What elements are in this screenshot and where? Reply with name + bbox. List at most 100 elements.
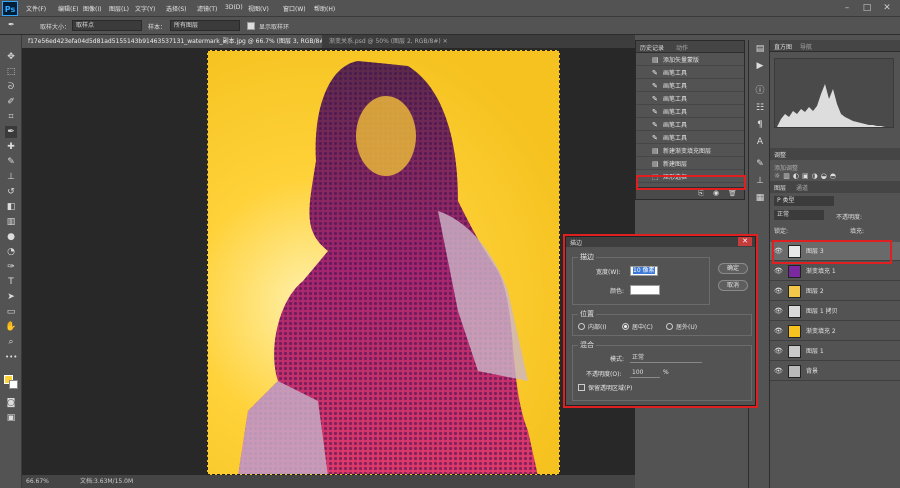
tab-navigator[interactable]: 导航 — [800, 42, 812, 51]
show-ring-checkbox[interactable] — [247, 22, 255, 30]
menu-window[interactable]: 窗口(W) — [283, 4, 306, 13]
history-row[interactable]: ✎ 画笔工具 — [636, 68, 744, 79]
tab-layers[interactable]: 图层 — [774, 183, 786, 192]
character-icon[interactable]: A — [754, 136, 766, 148]
history-brush-icon[interactable]: ↺ — [5, 186, 17, 198]
menu-select[interactable]: 选择(S) — [166, 4, 187, 13]
play-icon[interactable]: ▶ — [754, 60, 766, 72]
histogram-header: 直方图 导航 — [770, 40, 900, 52]
sample-size-select[interactable]: 取样点 — [72, 20, 142, 31]
quick-mask-icon[interactable]: ◙ — [5, 397, 17, 409]
background-color-swatch[interactable] — [9, 380, 18, 389]
layer-name: 图层 1 — [806, 348, 824, 355]
layer-thumbnail — [788, 265, 801, 278]
highlight-stroke-dialog — [563, 234, 758, 408]
history-icon[interactable]: ▤ — [754, 43, 766, 55]
maximize-icon[interactable]: □ — [860, 2, 874, 14]
zoom-tool-icon[interactable]: ⌕ — [5, 336, 17, 348]
swatch-icon[interactable]: ▦ — [754, 192, 766, 204]
healing-tool-icon[interactable]: ✚ — [5, 141, 17, 153]
menu-edit[interactable]: 编辑(E) — [58, 4, 78, 13]
close-icon[interactable]: ✕ — [880, 2, 894, 14]
properties-icon[interactable]: ☷ — [754, 102, 766, 114]
blend-mode-select[interactable]: 正常 — [774, 210, 824, 220]
eyedropper-tool-icon[interactable]: ✒ — [8, 20, 15, 29]
layer-row[interactable]: 👁 背景 — [770, 362, 900, 381]
blur-tool-icon[interactable]: ● — [5, 231, 17, 243]
clone-source-icon[interactable]: ⊥ — [754, 175, 766, 187]
crop-tool-icon[interactable]: ⌗ — [5, 111, 17, 123]
more-tools-icon[interactable]: ••• — [5, 351, 17, 363]
layer-row[interactable]: 👁 图层 2 — [770, 282, 900, 301]
layer-kind-filter[interactable]: P 类型 — [774, 196, 834, 206]
history-step-icon: ✎ — [652, 69, 658, 77]
trash-icon[interactable]: 🗑 — [728, 189, 737, 197]
layers-header: 图层 通道 — [770, 181, 900, 193]
hand-tool-icon[interactable]: ✋ — [5, 321, 17, 333]
brush-tool-icon[interactable]: ✎ — [5, 156, 17, 168]
gradient-tool-icon[interactable]: ▥ — [5, 216, 17, 228]
tab-active-document[interactable]: f17e56ed423efa04d5d81ad5155143b914635371… — [22, 35, 322, 48]
visibility-eye-icon[interactable]: 👁 — [774, 282, 783, 301]
dodge-tool-icon[interactable]: ◔ — [5, 246, 17, 258]
sample-select[interactable]: 所有图层 — [170, 20, 240, 31]
new-document-icon[interactable]: ⎘ — [698, 189, 704, 198]
shape-tool-icon[interactable]: ▭ — [5, 306, 17, 318]
menu-image[interactable]: 图像(I) — [83, 4, 101, 13]
stamp-tool-icon[interactable]: ⊥ — [5, 171, 17, 183]
history-row[interactable]: ✎ 画笔工具 — [636, 120, 744, 131]
history-step-icon: ✎ — [652, 82, 658, 90]
menu-layer[interactable]: 图层(L) — [109, 4, 129, 13]
menu-help[interactable]: 帮助(H) — [314, 4, 335, 13]
adjustment-icons[interactable]: ☼▥◐▣◑◒◓ — [774, 172, 894, 180]
history-row[interactable]: ✎ 画笔工具 — [636, 94, 744, 105]
path-select-icon[interactable]: ➤ — [5, 291, 17, 303]
history-row[interactable]: ▤ 新建渐变填充图层 — [636, 146, 744, 157]
marquee-tool-icon[interactable]: ⬚ — [5, 66, 17, 78]
menu-file[interactable]: 文件(F) — [26, 4, 46, 13]
menu-view[interactable]: 视图(V) — [248, 4, 269, 13]
fill-label: 填充: — [850, 228, 865, 235]
layer-row[interactable]: 👁 图层 1 — [770, 342, 900, 361]
brush-preset-icon[interactable]: ✎ — [754, 158, 766, 170]
pen-tool-icon[interactable]: ✑ — [5, 261, 17, 273]
history-row[interactable]: ✎ 画笔工具 — [636, 107, 744, 118]
menu-3d[interactable]: 3D(D) — [225, 4, 243, 11]
history-row[interactable]: ✎ 画笔工具 — [636, 133, 744, 144]
lasso-tool-icon[interactable]: ᘐ — [5, 81, 17, 93]
history-row[interactable]: ▤ 添加矢量蒙版 — [636, 55, 744, 66]
menu-filter[interactable]: 滤镜(T) — [197, 4, 217, 13]
layer-row[interactable]: 👁 图层 1 拷贝 — [770, 302, 900, 321]
document-canvas[interactable] — [207, 50, 560, 475]
layer-name: 图层 1 拷贝 — [806, 308, 838, 315]
type-tool-icon[interactable]: T — [5, 276, 17, 288]
move-tool-icon[interactable]: ✥ — [5, 51, 17, 63]
canvas-area[interactable] — [22, 48, 635, 475]
tab-channels[interactable]: 通道 — [796, 183, 808, 192]
visibility-eye-icon[interactable]: 👁 — [774, 362, 783, 381]
paragraph-icon[interactable]: ¶ — [754, 119, 766, 131]
visibility-eye-icon[interactable]: 👁 — [774, 342, 783, 361]
tab-history[interactable]: 历史记录 — [640, 43, 664, 52]
tab-actions[interactable]: 动作 — [676, 43, 688, 52]
layer-row[interactable]: 👁 渐变填充 2 — [770, 322, 900, 341]
eyedropper-icon[interactable]: ✒ — [5, 126, 17, 138]
tab-gradient-document[interactable]: 渐变关系.psd @ 50% (图层 2, RGB/8#) ✕ — [323, 35, 451, 48]
menu-type[interactable]: 文字(Y) — [135, 4, 155, 13]
visibility-eye-icon[interactable]: 👁 — [774, 302, 783, 321]
visibility-eye-icon[interactable]: 👁 — [774, 322, 783, 341]
tab-histogram[interactable]: 直方图 — [774, 42, 792, 51]
history-row[interactable]: ▤ 新建图层 — [636, 159, 744, 170]
minimize-icon[interactable]: – — [840, 2, 854, 14]
zoom-level[interactable]: 66.67% — [26, 475, 49, 488]
history-step-icon: ✎ — [652, 121, 658, 129]
info-icon[interactable]: ⓘ — [754, 85, 766, 97]
visibility-eye-icon[interactable]: 👁 — [774, 262, 783, 281]
tab-adjustments[interactable]: 调整 — [774, 150, 786, 159]
quick-select-tool-icon[interactable]: ✐ — [5, 96, 17, 108]
screen-mode-icon[interactable]: ▣ — [5, 412, 17, 424]
history-row[interactable]: ✎ 画笔工具 — [636, 81, 744, 92]
snapshot-icon[interactable]: ◉ — [713, 189, 719, 197]
eraser-tool-icon[interactable]: ◧ — [5, 201, 17, 213]
layer-row[interactable]: 👁 渐变填充 1 — [770, 262, 900, 281]
